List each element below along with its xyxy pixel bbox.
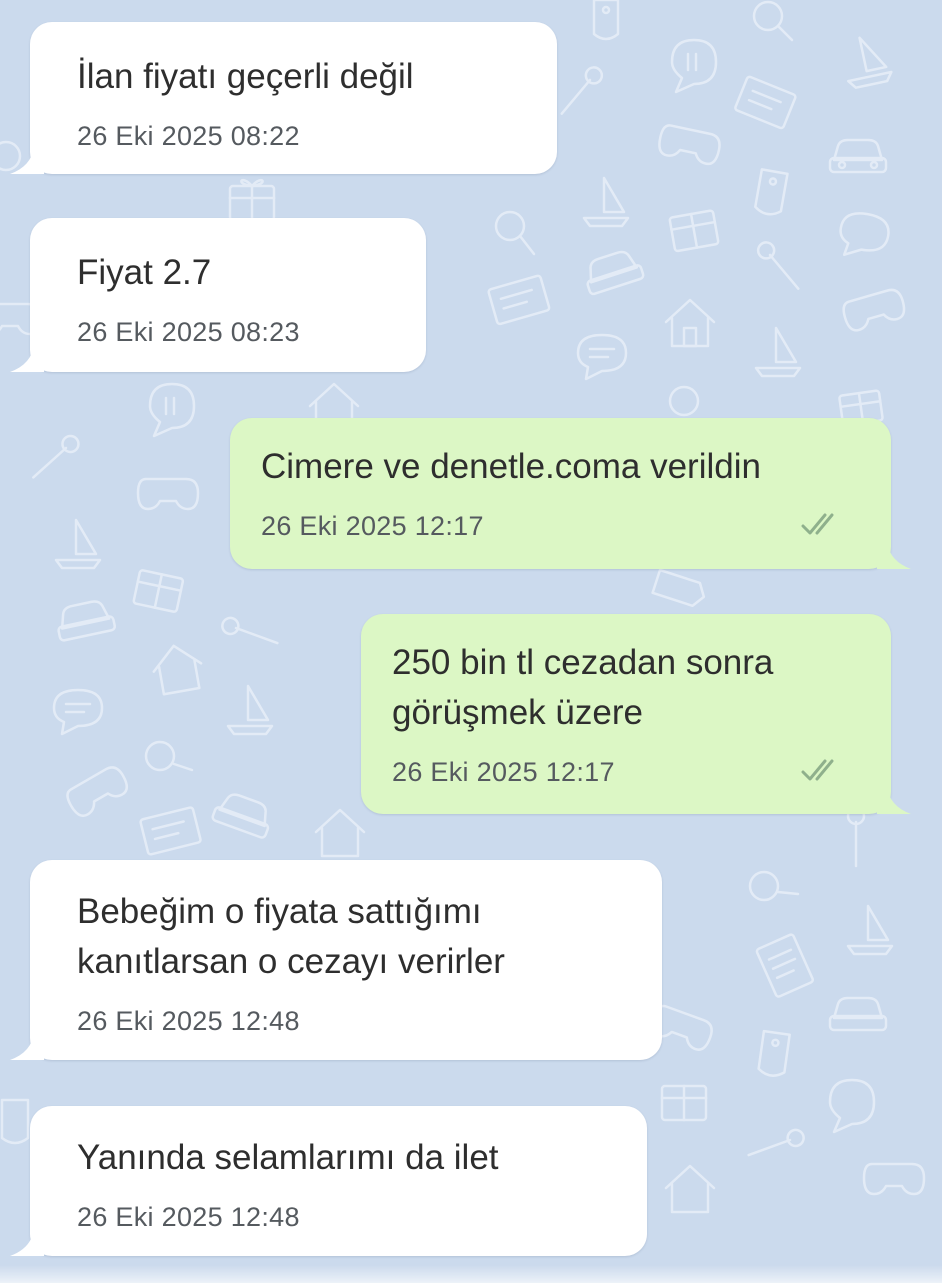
chat-bubble-icon — [828, 1078, 876, 1134]
message-text: İlan fiyatı geçerli değil — [77, 57, 414, 96]
search-icon — [668, 385, 700, 417]
wrench-icon — [756, 241, 800, 290]
gift-icon — [660, 1084, 708, 1122]
gift-icon — [228, 178, 276, 222]
car-icon — [211, 793, 270, 839]
sailboat-icon — [754, 326, 802, 378]
bubble-tail — [10, 344, 44, 372]
gamepad-icon — [136, 477, 200, 511]
sailboat-icon — [54, 518, 102, 570]
sailboat-icon — [847, 36, 893, 89]
laptop-icon — [755, 933, 814, 998]
car-icon — [57, 600, 117, 642]
message-bubble-outgoing[interactable]: Cimere ve denetle.coma verildin 26 Eki 2… — [230, 418, 911, 569]
message-timestamp: 26 Eki 2025 12:17 — [392, 757, 615, 787]
chat-bubble-icon — [52, 688, 104, 736]
laptop-icon — [487, 274, 551, 326]
chat-bubble-icon — [576, 333, 628, 381]
message-text: Cimere ve denetle.coma verildin — [261, 447, 761, 486]
message-bubble-outgoing[interactable]: 250 bin tl cezadan sonra görüşmek üzere … — [361, 614, 911, 814]
search-icon — [748, 870, 800, 902]
sailboat-icon — [582, 176, 630, 228]
wrench-icon — [747, 1128, 805, 1157]
message-bubble-incoming[interactable]: Yanında selamlarımı da ilet 26 Eki 2025 … — [10, 1106, 647, 1256]
search-icon — [494, 210, 536, 256]
tag-icon — [0, 1098, 30, 1145]
tag-icon — [651, 568, 706, 608]
wrench-icon — [560, 66, 604, 115]
bubble-tail — [877, 786, 911, 814]
sailboat-icon — [226, 684, 274, 736]
tag-icon — [757, 1029, 791, 1077]
tag-icon — [754, 168, 789, 216]
gamepad-icon — [658, 124, 721, 166]
chat-bubble-icon — [839, 212, 890, 256]
wrench-icon — [846, 806, 866, 868]
tag-icon — [592, 0, 620, 41]
car-icon — [828, 996, 888, 1032]
gamepad-icon — [66, 766, 129, 818]
bubble-tail — [877, 541, 911, 569]
gamepad-icon — [842, 288, 906, 332]
search-icon — [752, 0, 794, 42]
house-icon — [152, 644, 203, 696]
house-icon — [314, 808, 366, 858]
wrench-icon — [32, 434, 80, 479]
message-timestamp: 26 Eki 2025 08:22 — [77, 121, 300, 151]
message-timestamp: 26 Eki 2025 08:23 — [77, 317, 300, 347]
double-check-icon — [801, 513, 834, 535]
car-icon — [586, 250, 645, 296]
car-icon — [828, 138, 888, 174]
chat-bubble-icon — [148, 382, 196, 438]
double-check-icon — [801, 759, 834, 781]
message-text: 250 bin tl cezadan sonra görüşmek üzere — [392, 643, 774, 732]
gift-icon — [668, 209, 720, 253]
message-bubble-incoming[interactable]: Fiyat 2.7 26 Eki 2025 08:23 — [10, 218, 426, 372]
laptop-icon — [734, 75, 797, 130]
bottom-fade — [0, 1265, 942, 1283]
sailboat-icon — [846, 904, 894, 956]
message-timestamp: 26 Eki 2025 12:17 — [261, 511, 484, 541]
message-bubble-incoming[interactable]: İlan fiyatı geçerli değil 26 Eki 2025 08… — [10, 22, 557, 174]
bubble-tail — [10, 1228, 44, 1256]
message-bubble-incoming[interactable]: Bebeğim o fiyata sattığımı kanıtlarsan o… — [10, 860, 662, 1060]
bubble-tail — [10, 1032, 44, 1060]
house-icon — [664, 298, 716, 348]
gift-icon — [132, 569, 185, 613]
message-text: Fiyat 2.7 — [77, 253, 212, 292]
gamepad-icon — [862, 1162, 926, 1196]
wrench-icon — [221, 616, 279, 645]
bubble-tail — [10, 146, 44, 174]
message-text: Yanında selamlarımı da ilet — [77, 1138, 499, 1177]
search-icon — [144, 740, 194, 772]
message-text: Bebeğim o fiyata sattığımı kanıtlarsan o… — [77, 892, 505, 981]
message-timestamp: 26 Eki 2025 12:48 — [77, 1202, 300, 1232]
laptop-icon — [139, 806, 202, 856]
house-icon — [664, 1164, 716, 1214]
message-timestamp: 26 Eki 2025 12:48 — [77, 1006, 300, 1036]
chat-bubble-icon — [670, 38, 718, 94]
